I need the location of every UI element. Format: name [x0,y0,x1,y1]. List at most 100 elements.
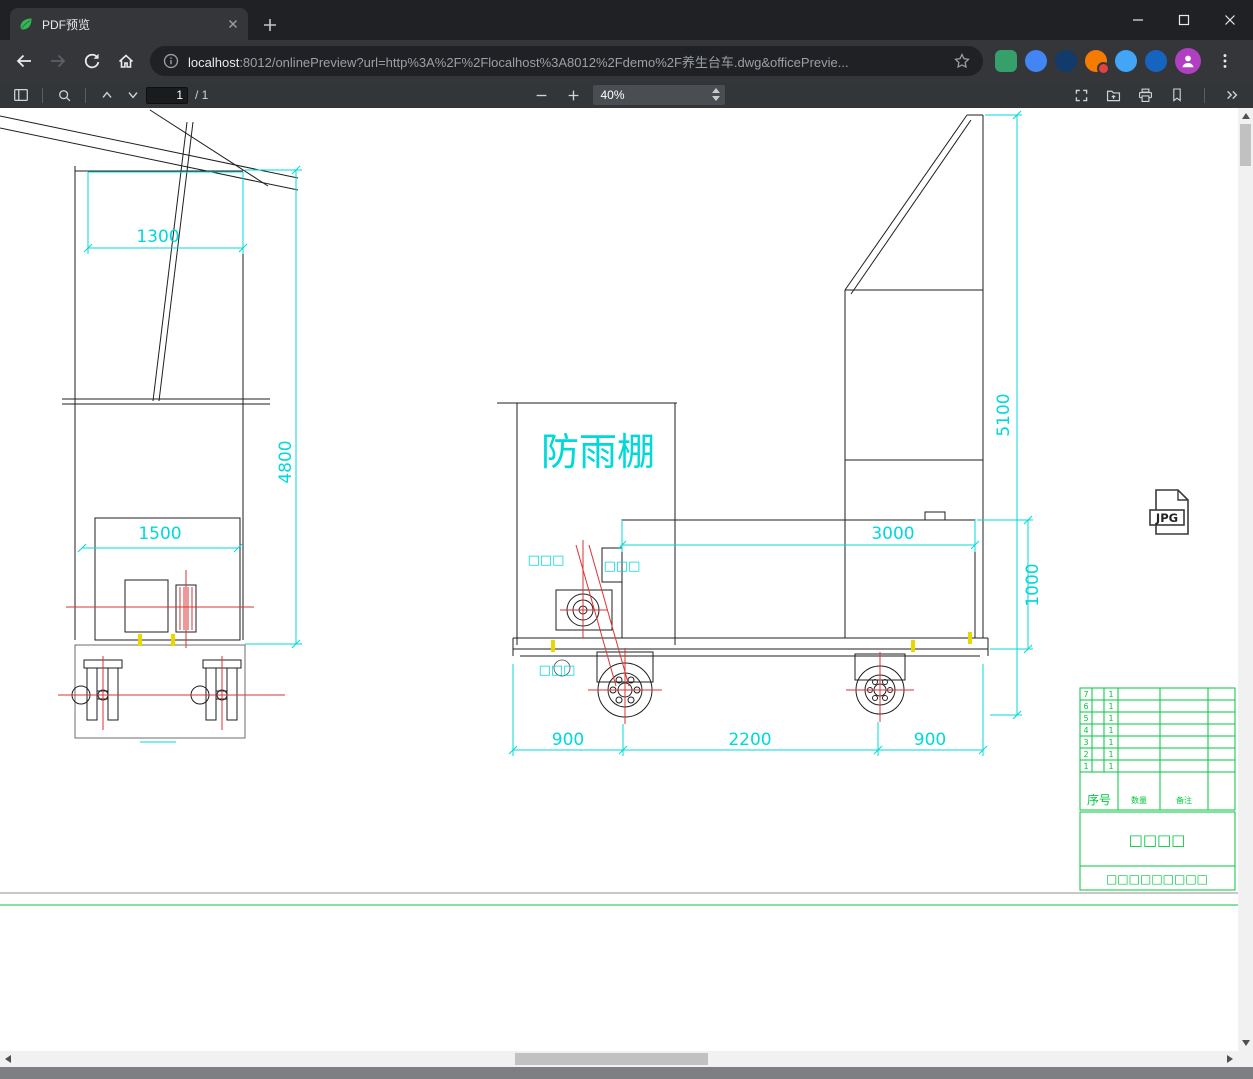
title-block-footer: □□□□□□□□□ [1106,872,1208,886]
title-block-qty: 1 [1108,690,1113,699]
zoom-select[interactable]: 40% [592,85,725,105]
scroll-right-icon[interactable] [1227,1055,1233,1063]
extension-icon-2[interactable] [1025,50,1047,72]
url-text: localhost:8012/onlinePreview?url=http%3A… [188,52,945,71]
forward-button[interactable] [42,45,74,77]
zoom-controls: 40% [529,84,725,106]
jpg-file-icon: JPG [1149,489,1189,535]
tab-close-icon[interactable] [226,17,240,31]
toolbar-divider [42,87,43,103]
dim-label-side-height: 5100 [994,393,1014,436]
url-host: localhost [188,54,240,70]
presentation-mode-icon[interactable] [1068,84,1094,106]
zoom-spinner-icon[interactable] [711,88,720,101]
rain-shelter-label: 防雨棚 [541,430,655,474]
home-button[interactable] [110,45,142,77]
scroll-down-icon[interactable] [1242,1040,1250,1046]
dim-label-front-width: 1300 [136,227,179,247]
zoom-out-icon[interactable] [529,84,555,106]
pdf-toolbar-right [1068,84,1245,106]
title-block-qty: 1 [1108,726,1113,735]
side-view: 防雨棚 3000 1000 5100 900 2200 900 □□□ □□□ … [497,110,1043,756]
bookmark-icon[interactable] [1164,84,1190,106]
placeholder-text-3: □□□ [539,663,576,678]
cad-drawing: 1300 4800 1500 防雨棚 3000 1000 5100 900 22… [0,109,1238,906]
title-block-qty: 1 [1108,750,1113,759]
dim-label-bottom-center: 2200 [728,730,771,750]
dim-label-box-length: 3000 [871,524,914,544]
browser-menu-icon[interactable] [1209,45,1241,77]
maximize-button[interactable] [1161,0,1207,40]
title-block-header-note: 备注 [1176,795,1192,805]
browser-toolbar: localhost:8012/onlinePreview?url=http%3A… [0,40,1253,82]
zoom-in-icon[interactable] [561,84,587,106]
extensions-area [991,45,1245,77]
title-block-row-number: 5 [1083,714,1088,723]
bookmark-star-icon[interactable] [953,52,971,70]
jpg-icon-label: JPG [1155,511,1178,525]
extension-icon-4[interactable] [1085,50,1110,75]
new-tab-button[interactable] [258,13,282,37]
title-block-row-number: 1 [1083,762,1088,771]
title-block-header-qty: 数量 [1131,795,1147,805]
horizontal-scrollbar-thumb[interactable] [515,1053,708,1065]
title-block-row-number: 4 [1083,726,1088,735]
vertical-scrollbar-thumb[interactable] [1240,124,1251,166]
url-path: :8012/onlinePreview?url=http%3A%2F%2Floc… [239,54,849,70]
extension-icon-5[interactable] [1115,50,1137,72]
extension-icon-6[interactable] [1145,50,1167,72]
viewer-bottom-strip [0,1067,1253,1079]
title-block-qty: 1 [1108,702,1113,711]
dim-label-bottom-right: 900 [914,730,946,750]
reload-button[interactable] [76,45,108,77]
open-file-icon[interactable] [1100,84,1126,106]
profile-avatar[interactable] [1175,48,1201,74]
vertical-scrollbar[interactable] [1238,108,1253,1051]
scroll-up-icon[interactable] [1242,113,1250,119]
title-block: 7 6 5 4 3 2 1 1 1 1 1 1 1 1 序号 数量 备注 □□□… [1079,687,1236,891]
window-controls [1115,0,1253,40]
placeholder-text-2: □□□ [604,559,641,574]
zoom-value: 40% [600,88,625,102]
title-block-row-number: 6 [1083,702,1088,711]
title-block-row-number: 7 [1083,690,1088,699]
page-up-icon[interactable] [94,84,120,106]
scroll-left-icon[interactable] [5,1055,11,1063]
browser-tab[interactable]: PDF预览 [10,8,248,40]
horizontal-scrollbar[interactable] [0,1051,1238,1067]
sidebar-toggle-icon[interactable] [8,84,34,106]
dim-label-box-height: 1000 [1023,563,1043,606]
address-bar[interactable]: localhost:8012/onlinePreview?url=http%3A… [150,46,983,76]
pdf-page-canvas: 1300 4800 1500 防雨棚 3000 1000 5100 900 22… [0,108,1238,1051]
tab-favicon-leaf-icon [18,16,34,32]
more-tools-icon[interactable] [1219,84,1245,106]
page-info-icon[interactable] [162,52,180,70]
print-icon[interactable] [1132,84,1158,106]
front-view: 1300 4800 1500 [0,109,302,743]
page-number-input[interactable] [146,86,188,104]
back-button[interactable] [8,45,40,77]
title-block-row-number: 2 [1083,750,1088,759]
dim-label-front-lower-width: 1500 [138,524,181,544]
tab-title: PDF预览 [42,17,91,32]
title-block-qty: 1 [1108,738,1113,747]
extension-icon-1[interactable] [995,50,1017,72]
title-block-qty: 1 [1108,762,1113,771]
page-down-icon[interactable] [120,84,146,106]
minimize-button[interactable] [1115,0,1161,40]
title-block-name: □□□□ [1129,831,1186,849]
title-block-header-seq: 序号 [1087,792,1111,807]
page-total-label: / 1 [195,88,209,102]
pdf-viewer-toolbar: / 1 40% [0,82,1253,108]
close-button[interactable] [1207,0,1253,40]
toolbar-divider [1204,87,1205,103]
dim-label-bottom-left: 900 [552,730,584,750]
title-block-row-number: 3 [1083,738,1088,747]
search-icon[interactable] [51,84,77,106]
pdf-toolbar-left: / 1 [8,84,208,106]
extension-icon-3[interactable] [1055,50,1077,72]
toolbar-divider [85,87,86,103]
title-block-qty: 1 [1108,714,1113,723]
scrollbar-corner [1238,1051,1253,1067]
placeholder-text-1: □□□ [528,553,565,568]
